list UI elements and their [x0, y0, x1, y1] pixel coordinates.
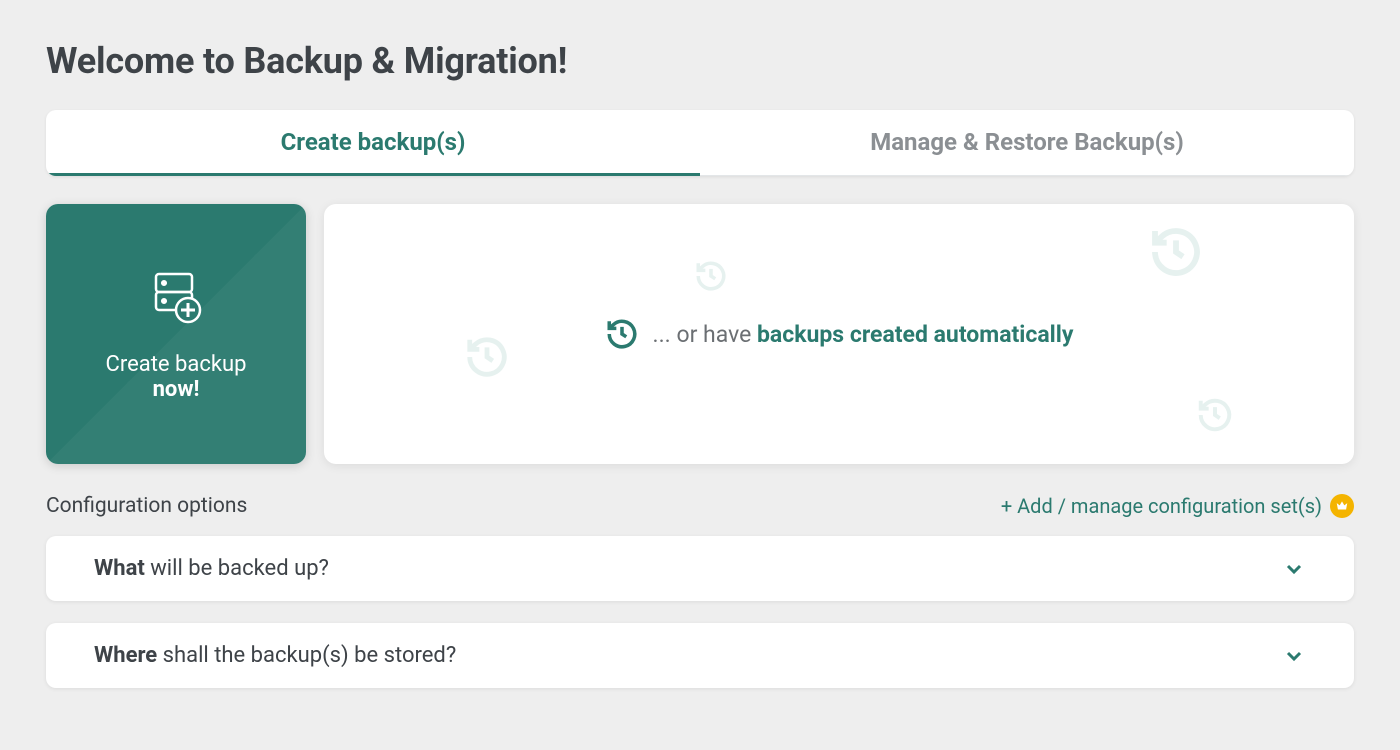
config-options-label: Configuration options	[46, 494, 247, 518]
clock-history-icon	[605, 317, 639, 351]
create-backup-line1: Create backup	[106, 352, 247, 377]
add-config-set-link[interactable]: + Add / manage configuration set(s)	[1001, 494, 1354, 518]
auto-backup-card[interactable]: ... or have backups created automaticall…	[324, 204, 1354, 464]
create-backup-line2: now!	[153, 377, 200, 402]
clock-history-icon	[1148, 224, 1204, 280]
add-config-link-text: + Add / manage configuration set(s)	[1001, 494, 1322, 518]
accordion-where[interactable]: Where shall the backup(s) be stored?	[46, 623, 1354, 688]
tab-create-backups[interactable]: Create backup(s)	[46, 110, 700, 176]
tab-manage-restore[interactable]: Manage & Restore Backup(s)	[700, 110, 1354, 176]
chevron-down-icon	[1282, 557, 1306, 581]
clock-history-icon	[694, 259, 728, 293]
auto-backup-text: ... or have backups created automaticall…	[653, 321, 1074, 348]
crown-icon	[1330, 494, 1354, 518]
clock-history-icon	[464, 334, 510, 380]
accordion-what-title: What will be backed up?	[94, 556, 329, 581]
clock-history-icon	[1196, 396, 1234, 434]
tab-bar: Create backup(s) Manage & Restore Backup…	[46, 110, 1354, 176]
create-backup-now-button[interactable]: Create backup now!	[46, 204, 306, 464]
accordion-what[interactable]: What will be backed up?	[46, 536, 1354, 601]
action-row: Create backup now! ... or have backups c…	[46, 204, 1354, 464]
config-row: Configuration options + Add / manage con…	[46, 494, 1354, 518]
accordion-where-title: Where shall the backup(s) be stored?	[94, 643, 456, 668]
server-plus-icon	[144, 266, 208, 334]
page-title: Welcome to Backup & Migration!	[46, 40, 1354, 82]
chevron-down-icon	[1282, 644, 1306, 668]
